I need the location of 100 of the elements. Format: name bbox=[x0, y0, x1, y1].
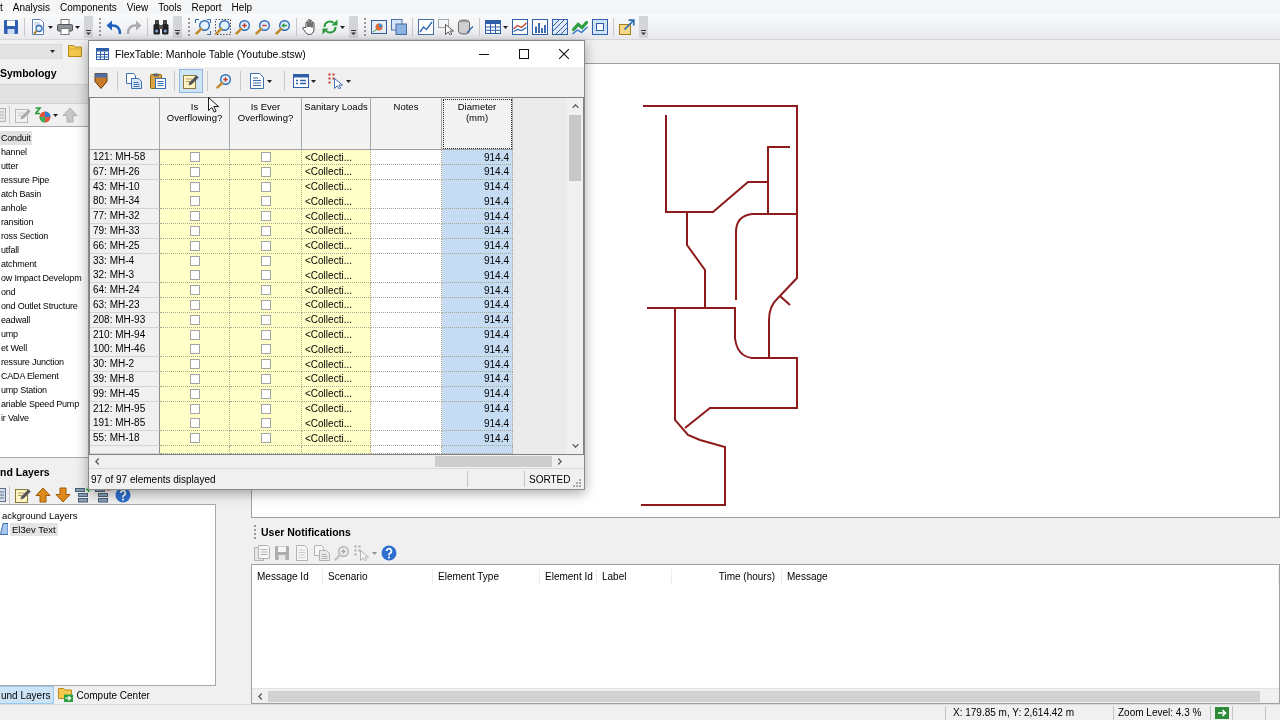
checkbox[interactable] bbox=[189, 403, 200, 414]
toolbar-overflow-icon[interactable] bbox=[84, 15, 93, 38]
undo-icon[interactable] bbox=[106, 18, 122, 35]
up-arrow-icon[interactable] bbox=[35, 487, 51, 503]
note-pencil-icon[interactable] bbox=[179, 68, 203, 93]
list-item[interactable]: anhole bbox=[0, 201, 28, 215]
refresh-icon[interactable] bbox=[322, 18, 345, 35]
clipboard-icon[interactable] bbox=[150, 72, 166, 89]
checkbox[interactable] bbox=[260, 166, 271, 177]
vertical-scrollbar[interactable] bbox=[567, 98, 583, 454]
zoom-window-icon[interactable] bbox=[215, 18, 231, 35]
list-item[interactable]: hannel bbox=[0, 145, 28, 159]
row-header[interactable]: 55: MH-18 bbox=[90, 431, 160, 447]
column-header[interactable]: Element Type bbox=[433, 569, 540, 585]
clipped-icon[interactable] bbox=[0, 487, 6, 503]
hand-icon[interactable] bbox=[302, 18, 318, 35]
list-item[interactable]: ross Section bbox=[0, 229, 50, 243]
tree-plus-icon[interactable] bbox=[75, 487, 91, 503]
checkbox[interactable] bbox=[260, 211, 271, 222]
profile-chart-icon[interactable] bbox=[512, 18, 528, 35]
checkbox[interactable] bbox=[260, 270, 271, 281]
checkbox[interactable] bbox=[260, 240, 271, 251]
magnifier-arrow-icon[interactable] bbox=[275, 18, 291, 35]
checkbox[interactable] bbox=[260, 418, 271, 429]
printer-icon[interactable] bbox=[57, 18, 80, 35]
scroll-left-icon[interactable] bbox=[95, 458, 99, 465]
list-item[interactable]: et Well bbox=[0, 341, 28, 355]
folder-icon[interactable] bbox=[68, 45, 82, 57]
toolbar-overflow-icon[interactable] bbox=[639, 15, 648, 38]
list-item[interactable]: ond bbox=[0, 285, 17, 299]
export-arrow-icon[interactable] bbox=[619, 18, 635, 35]
row-header[interactable]: 100: MH-46 bbox=[90, 342, 160, 358]
checkbox[interactable] bbox=[260, 226, 271, 236]
checkbox[interactable] bbox=[189, 418, 200, 429]
list-item[interactable]: CADA Element bbox=[0, 369, 60, 383]
checkbox[interactable] bbox=[260, 329, 271, 340]
down-arrow-icon[interactable] bbox=[55, 487, 71, 503]
menu-item[interactable]: Components bbox=[55, 0, 122, 14]
color-wheel-icon[interactable] bbox=[35, 107, 58, 123]
bar-chart-icon[interactable] bbox=[532, 18, 548, 35]
tree-item[interactable]: ackground Layers bbox=[0, 508, 80, 522]
checkbox[interactable] bbox=[260, 152, 271, 162]
checkbox[interactable] bbox=[189, 211, 200, 222]
list-item[interactable]: atchment bbox=[0, 257, 38, 271]
checkbox[interactable] bbox=[189, 329, 200, 340]
checkbox[interactable] bbox=[189, 240, 200, 251]
list-item[interactable]: ump Station bbox=[0, 383, 48, 397]
checkbox[interactable] bbox=[260, 344, 271, 355]
checkbox[interactable] bbox=[189, 270, 200, 281]
zoom-extents-icon[interactable] bbox=[195, 18, 211, 35]
row-header[interactable]: 80: MH-34 bbox=[90, 194, 160, 210]
title-bar[interactable]: FlexTable: Manhole Table (Youtube.stsw) bbox=[89, 41, 584, 67]
toolbar-overflow-icon[interactable] bbox=[349, 15, 358, 38]
checkbox[interactable] bbox=[189, 181, 200, 192]
column-header[interactable]: Is Overflowing? bbox=[160, 98, 230, 150]
checkbox[interactable] bbox=[189, 152, 200, 162]
note-pencil-icon[interactable] bbox=[15, 487, 31, 503]
column-header[interactable]: Element Id bbox=[540, 569, 597, 585]
copy-icon[interactable] bbox=[126, 72, 142, 89]
arrow-box-icon[interactable] bbox=[1215, 706, 1229, 719]
dropdown-field[interactable] bbox=[0, 43, 62, 59]
scroll-left-icon[interactable] bbox=[258, 692, 262, 700]
checkbox[interactable] bbox=[260, 299, 271, 310]
checkbox[interactable] bbox=[189, 166, 200, 177]
checkbox[interactable] bbox=[260, 433, 271, 444]
list-item[interactable]: ump bbox=[0, 327, 19, 341]
hatched-square-icon[interactable] bbox=[552, 18, 568, 35]
row-header[interactable]: 30: MH-2 bbox=[90, 357, 160, 373]
map-frame-icon[interactable] bbox=[371, 18, 387, 35]
scrollbar-thumb[interactable] bbox=[268, 690, 1260, 702]
column-header[interactable]: Notes bbox=[371, 98, 442, 150]
menu-item[interactable]: Analysis bbox=[7, 0, 56, 14]
menu-item[interactable]: Tools bbox=[153, 0, 187, 14]
row-header[interactable]: 191: MH-85 bbox=[90, 416, 160, 432]
checkbox[interactable] bbox=[189, 433, 200, 444]
shield-icon[interactable] bbox=[93, 72, 109, 89]
column-header[interactable]: Diameter (mm) bbox=[442, 98, 513, 150]
row-header[interactable]: 77: MH-32 bbox=[90, 209, 160, 225]
checkbox[interactable] bbox=[260, 388, 271, 399]
binoculars-icon[interactable] bbox=[153, 18, 169, 35]
layers-icon[interactable] bbox=[391, 18, 407, 35]
list-item[interactable]: ond Outlet Structure bbox=[0, 299, 79, 313]
column-header[interactable]: Label bbox=[597, 569, 672, 585]
cylinder-pencil-icon[interactable] bbox=[458, 18, 474, 35]
scroll-right-icon[interactable] bbox=[558, 458, 562, 465]
checkbox[interactable] bbox=[260, 373, 271, 384]
close-icon[interactable] bbox=[559, 49, 569, 59]
caret-icon[interactable] bbox=[50, 49, 55, 53]
menu-item[interactable]: Help bbox=[226, 0, 258, 14]
column-header[interactable]: Time (hours) bbox=[672, 569, 782, 585]
menu-item[interactable]: t bbox=[0, 0, 8, 14]
scrollbar-thumb[interactable] bbox=[435, 456, 552, 467]
column-header[interactable]: Is Ever Overflowing? bbox=[230, 98, 302, 150]
row-header[interactable]: 64: MH-24 bbox=[90, 283, 160, 299]
checkbox[interactable] bbox=[189, 388, 200, 399]
zoom-in-icon[interactable] bbox=[235, 18, 251, 35]
checkbox[interactable] bbox=[189, 255, 200, 266]
checkbox[interactable] bbox=[260, 285, 271, 296]
checkbox[interactable] bbox=[260, 181, 271, 192]
checkbox[interactable] bbox=[260, 359, 271, 370]
